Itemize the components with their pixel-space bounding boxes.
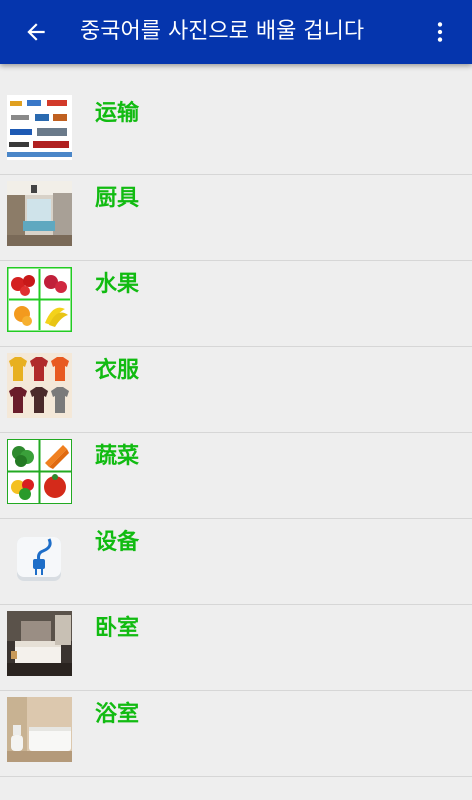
list-item[interactable]: 运输 [0,66,472,175]
category-label: 浴室 [95,702,140,727]
category-label: 卧室 [95,616,140,641]
category-label: 衣服 [95,358,140,383]
plug-thumbnail [7,525,72,590]
category-label: 运输 [95,101,140,126]
app-bar: 중국어를 사진으로 배울 겁니다 [0,0,472,64]
bathroom-thumbnail [7,697,72,762]
overflow-menu-button[interactable] [416,8,464,56]
clothes-thumbnail [7,353,72,418]
category-list: 运输 厨具 水果 衣服 蔬菜 设备 卧室 浴室 [0,66,472,777]
list-item[interactable]: 厨具 [0,175,472,261]
kitchen-thumbnail [7,181,72,246]
arrow-back-icon [27,23,45,41]
list-item[interactable]: 水果 [0,261,472,347]
list-item[interactable]: 浴室 [0,691,472,777]
list-item[interactable]: 衣服 [0,347,472,433]
category-label: 水果 [95,272,140,297]
category-label: 设备 [95,530,140,555]
list-item[interactable]: 蔬菜 [0,433,472,519]
category-label: 厨具 [95,186,140,211]
category-label: 蔬菜 [95,444,140,469]
list-item[interactable]: 设备 [0,519,472,605]
transport-thumbnail [7,95,72,160]
bedroom-thumbnail [7,611,72,676]
fruit-thumbnail [7,267,72,332]
vegetables-thumbnail [7,439,72,504]
page-title: 중국어를 사진으로 배울 겁니다 [80,19,365,44]
more-vert-icon [437,22,443,42]
back-button[interactable] [12,8,60,56]
list-item[interactable]: 卧室 [0,605,472,691]
